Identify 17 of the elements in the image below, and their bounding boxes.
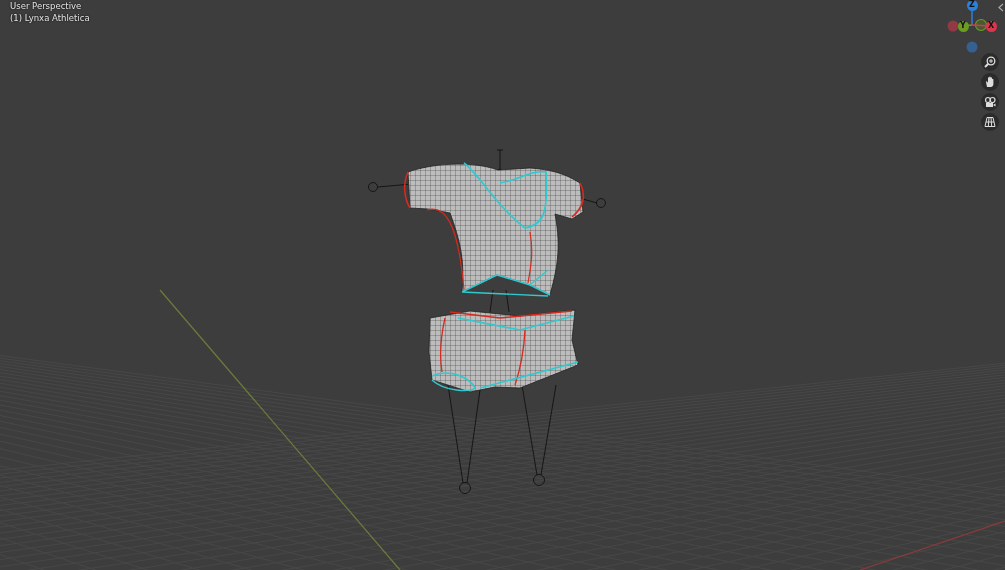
negative-axis-handle[interactable] [966,41,978,53]
axis-handle[interactable]: Z [966,0,978,11]
object-name-label: (1) Lynxa Athletica [10,12,90,24]
camera-icon [984,96,996,108]
pan-button[interactable] [981,73,999,91]
axis-handle[interactable]: X [985,20,997,32]
camera-button[interactable] [981,93,999,111]
axis-handle[interactable]: Y [957,20,969,32]
grid-icon [984,116,996,128]
hand-icon [984,76,996,88]
chevron-icon[interactable] [998,3,1004,12]
magnifier-icon [984,56,996,68]
negative-axis-handle[interactable] [947,20,959,32]
perspective-toggle-button[interactable] [981,113,999,131]
zoom-button[interactable] [981,53,999,71]
negative-axis-handle[interactable] [974,18,988,32]
view-name-label: User Perspective [10,0,83,12]
